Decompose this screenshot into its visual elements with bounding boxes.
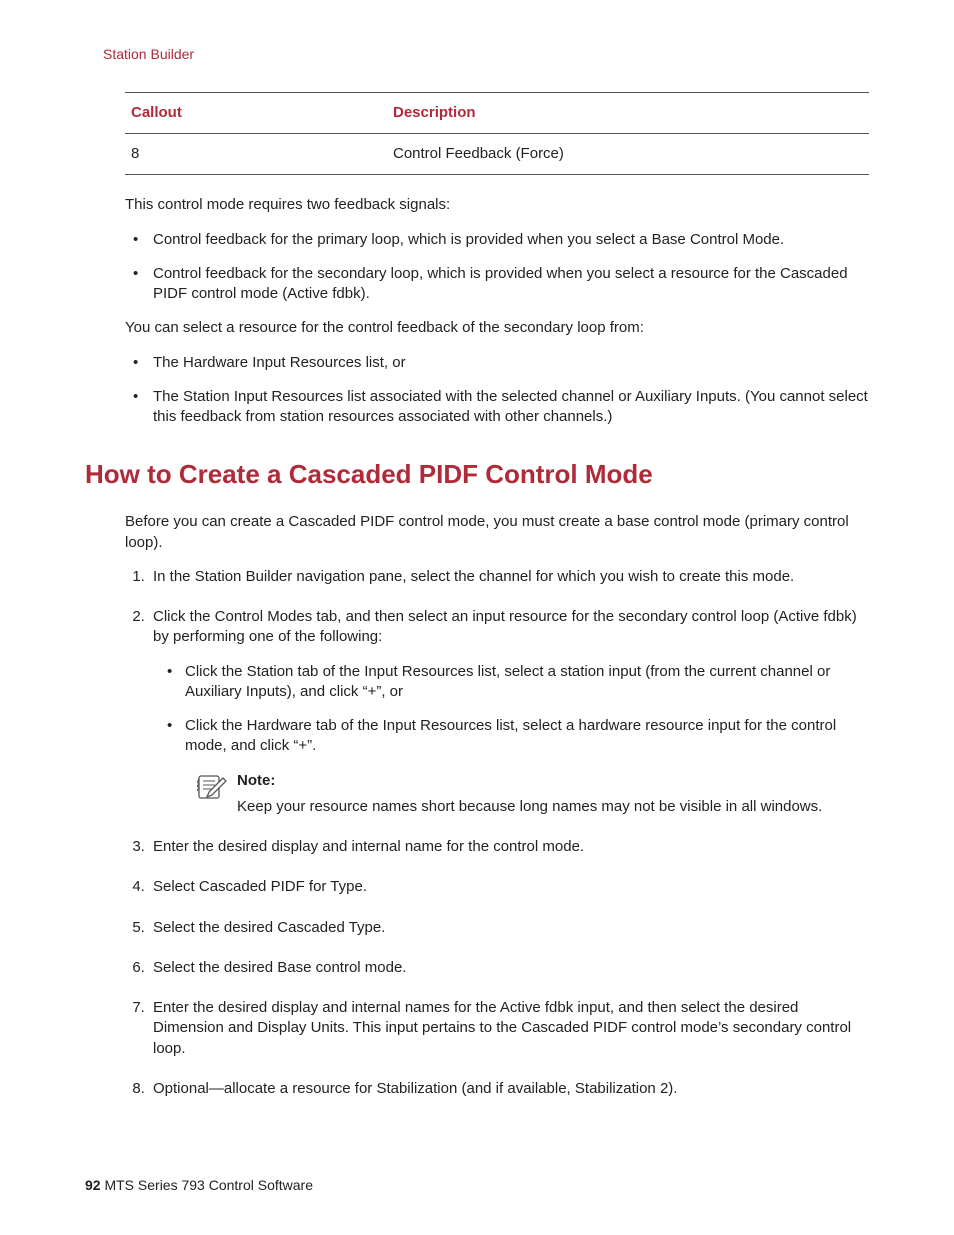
step-text: Enter the desired display and internal n…	[153, 999, 851, 1057]
body-text: This control mode requires two feedback …	[125, 195, 869, 427]
table-row: 8 Control Feedback (Force)	[125, 134, 869, 175]
step-item: In the Station Builder navigation pane, …	[149, 567, 869, 587]
step-text: Select the desired Cascaded Type.	[153, 919, 385, 936]
note-text: Note: Keep your resource names short bec…	[237, 771, 822, 818]
step-text: Optional—allocate a resource for Stabili…	[153, 1080, 677, 1097]
table-cell-callout: 8	[125, 134, 387, 175]
step-item: Select Cascaded PIDF for Type.	[149, 877, 869, 897]
list-item: Click the Hardware tab of the Input Reso…	[153, 716, 869, 757]
table-header-row: Callout Description	[125, 92, 869, 133]
footer-title: MTS Series 793 Control Software	[104, 1177, 313, 1193]
list-item: The Station Input Resources list associa…	[125, 387, 869, 428]
table-cell-description: Control Feedback (Force)	[387, 134, 869, 175]
bullet-list: Control feedback for the primary loop, w…	[125, 230, 869, 305]
step-item: Optional—allocate a resource for Stabili…	[149, 1079, 869, 1099]
note-block: Note: Keep your resource names short bec…	[197, 771, 869, 818]
list-item: Control feedback for the primary loop, w…	[125, 230, 869, 250]
step-text: Select Cascaded PIDF for Type.	[153, 878, 367, 895]
ordered-steps: In the Station Builder navigation pane, …	[125, 567, 869, 1099]
bullet-list: Click the Station tab of the Input Resou…	[153, 662, 869, 757]
list-item: The Hardware Input Resources list, or	[125, 353, 869, 373]
list-item: Click the Station tab of the Input Resou…	[153, 662, 869, 703]
step-text: Enter the desired display and internal n…	[153, 838, 584, 855]
list-item: Control feedback for the secondary loop,…	[125, 264, 869, 305]
step-text: Click the Control Modes tab, and then se…	[153, 608, 857, 645]
page-number: 92	[85, 1177, 101, 1193]
breadcrumb: Station Builder	[103, 45, 869, 64]
note-heading: Note:	[237, 771, 822, 791]
paragraph: This control mode requires two feedback …	[125, 195, 869, 215]
section-body: Before you can create a Cascaded PIDF co…	[125, 512, 869, 1099]
step-item: Enter the desired display and internal n…	[149, 837, 869, 857]
paragraph: Before you can create a Cascaded PIDF co…	[125, 512, 869, 553]
callout-description-table: Callout Description 8 Control Feedback (…	[125, 92, 869, 176]
step-item: Click the Control Modes tab, and then se…	[149, 607, 869, 817]
paragraph: You can select a resource for the contro…	[125, 318, 869, 338]
table-header-description: Description	[387, 92, 869, 133]
step-text: In the Station Builder navigation pane, …	[153, 568, 794, 585]
step-item: Select the desired Cascaded Type.	[149, 918, 869, 938]
step-text: Select the desired Base control mode.	[153, 959, 406, 976]
step-item: Enter the desired display and internal n…	[149, 998, 869, 1059]
step-item: Select the desired Base control mode.	[149, 958, 869, 978]
section-heading: How to Create a Cascaded PIDF Control Mo…	[85, 457, 869, 492]
page: Station Builder Callout Description 8 Co…	[0, 0, 954, 1235]
note-icon	[197, 773, 227, 807]
page-footer: 92 MTS Series 793 Control Software	[85, 1176, 313, 1195]
bullet-list: The Hardware Input Resources list, or Th…	[125, 353, 869, 428]
table-header-callout: Callout	[125, 92, 387, 133]
note-body: Keep your resource names short because l…	[237, 798, 822, 815]
